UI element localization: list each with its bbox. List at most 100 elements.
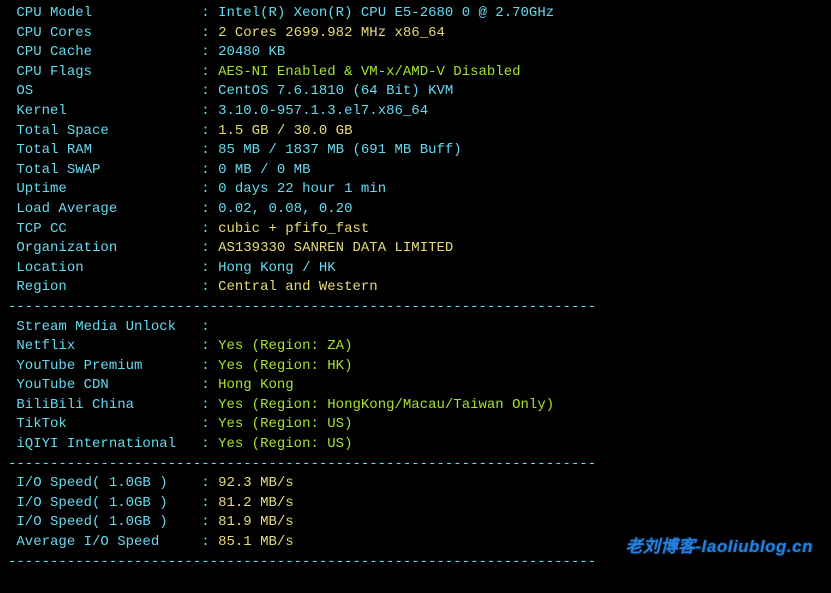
- row-colon: :: [201, 416, 218, 432]
- row-value: 81.2 MB/s: [218, 495, 294, 511]
- row-value: AES-NI Enabled & VM-x/AMD-V Disabled: [218, 64, 520, 80]
- row-value: 92.3 MB/s: [218, 475, 294, 491]
- row-label: Average I/O Speed: [16, 534, 201, 550]
- info-row-io-2: I/O Speed( 1.0GB ) : 81.9 MB/s: [8, 513, 823, 533]
- row-label: Kernel: [16, 103, 201, 119]
- info-row-sys-8: Total SWAP : 0 MB / 0 MB: [8, 161, 823, 181]
- row-colon: :: [201, 475, 218, 491]
- terminal-output: CPU Model : Intel(R) Xeon(R) CPU E5-2680…: [8, 4, 823, 572]
- row-label: CPU Model: [16, 5, 201, 21]
- info-row-sys-13: Location : Hong Kong / HK: [8, 259, 823, 279]
- info-row-stream-0: Netflix : Yes (Region: ZA): [8, 337, 823, 357]
- divider-line: ----------------------------------------…: [8, 455, 823, 475]
- info-row-sys-4: OS : CentOS 7.6.1810 (64 Bit) KVM: [8, 82, 823, 102]
- row-colon: :: [201, 260, 218, 276]
- row-value: 0 days 22 hour 1 min: [218, 181, 386, 197]
- row-value: 3.10.0-957.1.3.el7.x86_64: [218, 103, 428, 119]
- info-row-sys-14: Region : Central and Western: [8, 278, 823, 298]
- row-value: AS139330 SANREN DATA LIMITED: [218, 240, 453, 256]
- row-value: 0 MB / 0 MB: [218, 162, 310, 178]
- row-label: YouTube CDN: [16, 377, 201, 393]
- divider-line: ----------------------------------------…: [8, 298, 823, 318]
- row-value: Yes (Region: HK): [218, 358, 352, 374]
- row-value: Yes (Region: US): [218, 436, 352, 452]
- row-colon: :: [201, 279, 218, 295]
- watermark-text: 老刘博客-laoliublog.cn: [626, 535, 814, 559]
- row-value: 0.02, 0.08, 0.20: [218, 201, 352, 217]
- info-row-stream-3: BiliBili China : Yes (Region: HongKong/M…: [8, 396, 823, 416]
- row-value: Yes (Region: ZA): [218, 338, 352, 354]
- row-colon: :: [201, 221, 218, 237]
- row-label: Total RAM: [16, 142, 201, 158]
- row-colon: :: [201, 25, 218, 41]
- row-value: 1.5 GB / 30.0 GB: [218, 123, 352, 139]
- row-label: iQIYI International: [16, 436, 201, 452]
- row-colon: :: [201, 83, 218, 99]
- row-value: CentOS 7.6.1810 (64 Bit) KVM: [218, 83, 453, 99]
- row-label: Stream Media Unlock: [16, 319, 201, 335]
- row-colon: :: [201, 64, 218, 80]
- row-colon: :: [201, 397, 218, 413]
- row-colon: :: [201, 103, 218, 119]
- row-colon: :: [201, 142, 218, 158]
- row-label: BiliBili China: [16, 397, 201, 413]
- row-colon: :: [201, 123, 218, 139]
- row-colon: :: [201, 201, 218, 217]
- row-label: YouTube Premium: [16, 358, 201, 374]
- row-colon: :: [201, 495, 218, 511]
- row-value: 2 Cores 2699.982 MHz x86_64: [218, 25, 445, 41]
- info-row-sys-10: Load Average : 0.02, 0.08, 0.20: [8, 200, 823, 220]
- row-label: TCP CC: [16, 221, 201, 237]
- row-label: Location: [16, 260, 201, 276]
- row-colon: :: [201, 162, 218, 178]
- row-value: 81.9 MB/s: [218, 514, 294, 530]
- info-row-io-0: I/O Speed( 1.0GB ) : 92.3 MB/s: [8, 474, 823, 494]
- info-row-sys-0: CPU Model : Intel(R) Xeon(R) CPU E5-2680…: [8, 4, 823, 24]
- row-label: Total SWAP: [16, 162, 201, 178]
- row-value: Hong Kong / HK: [218, 260, 336, 276]
- row-colon: :: [201, 181, 218, 197]
- row-label: CPU Cores: [16, 25, 201, 41]
- row-colon: :: [201, 338, 218, 354]
- row-value: 85.1 MB/s: [218, 534, 294, 550]
- row-value: Hong Kong: [218, 377, 294, 393]
- row-colon: :: [201, 514, 218, 530]
- row-value: Yes (Region: HongKong/Macau/Taiwan Only): [218, 397, 554, 413]
- row-colon: :: [201, 377, 218, 393]
- row-value: 20480 KB: [218, 44, 285, 60]
- row-label: TikTok: [16, 416, 201, 432]
- row-label: Uptime: [16, 181, 201, 197]
- info-row-sys-2: CPU Cache : 20480 KB: [8, 43, 823, 63]
- row-colon: :: [201, 319, 218, 335]
- row-value: Yes (Region: US): [218, 416, 352, 432]
- info-row-sys-7: Total RAM : 85 MB / 1837 MB (691 MB Buff…: [8, 141, 823, 161]
- info-row-sys-1: CPU Cores : 2 Cores 2699.982 MHz x86_64: [8, 24, 823, 44]
- row-colon: :: [201, 534, 218, 550]
- info-row-stream-5: iQIYI International : Yes (Region: US): [8, 435, 823, 455]
- row-colon: :: [201, 436, 218, 452]
- info-row-stream-header: Stream Media Unlock :: [8, 318, 823, 338]
- row-colon: :: [201, 44, 218, 60]
- row-label: Netflix: [16, 338, 201, 354]
- row-label: CPU Flags: [16, 64, 201, 80]
- row-label: I/O Speed( 1.0GB ): [16, 495, 201, 511]
- info-row-stream-2: YouTube CDN : Hong Kong: [8, 376, 823, 396]
- row-value: Intel(R) Xeon(R) CPU E5-2680 0 @ 2.70GHz: [218, 5, 554, 21]
- row-label: Organization: [16, 240, 201, 256]
- row-label: I/O Speed( 1.0GB ): [16, 514, 201, 530]
- info-row-stream-1: YouTube Premium : Yes (Region: HK): [8, 357, 823, 377]
- info-row-sys-5: Kernel : 3.10.0-957.1.3.el7.x86_64: [8, 102, 823, 122]
- row-label: Total Space: [16, 123, 201, 139]
- row-colon: :: [201, 358, 218, 374]
- row-colon: :: [201, 5, 218, 21]
- row-label: I/O Speed( 1.0GB ): [16, 475, 201, 491]
- info-row-stream-4: TikTok : Yes (Region: US): [8, 415, 823, 435]
- info-row-sys-3: CPU Flags : AES-NI Enabled & VM-x/AMD-V …: [8, 63, 823, 83]
- row-value: Central and Western: [218, 279, 378, 295]
- row-label: CPU Cache: [16, 44, 201, 60]
- info-row-sys-6: Total Space : 1.5 GB / 30.0 GB: [8, 122, 823, 142]
- info-row-io-1: I/O Speed( 1.0GB ) : 81.2 MB/s: [8, 494, 823, 514]
- row-value: 85 MB / 1837 MB (691 MB Buff): [218, 142, 462, 158]
- row-label: Region: [16, 279, 201, 295]
- info-row-sys-9: Uptime : 0 days 22 hour 1 min: [8, 180, 823, 200]
